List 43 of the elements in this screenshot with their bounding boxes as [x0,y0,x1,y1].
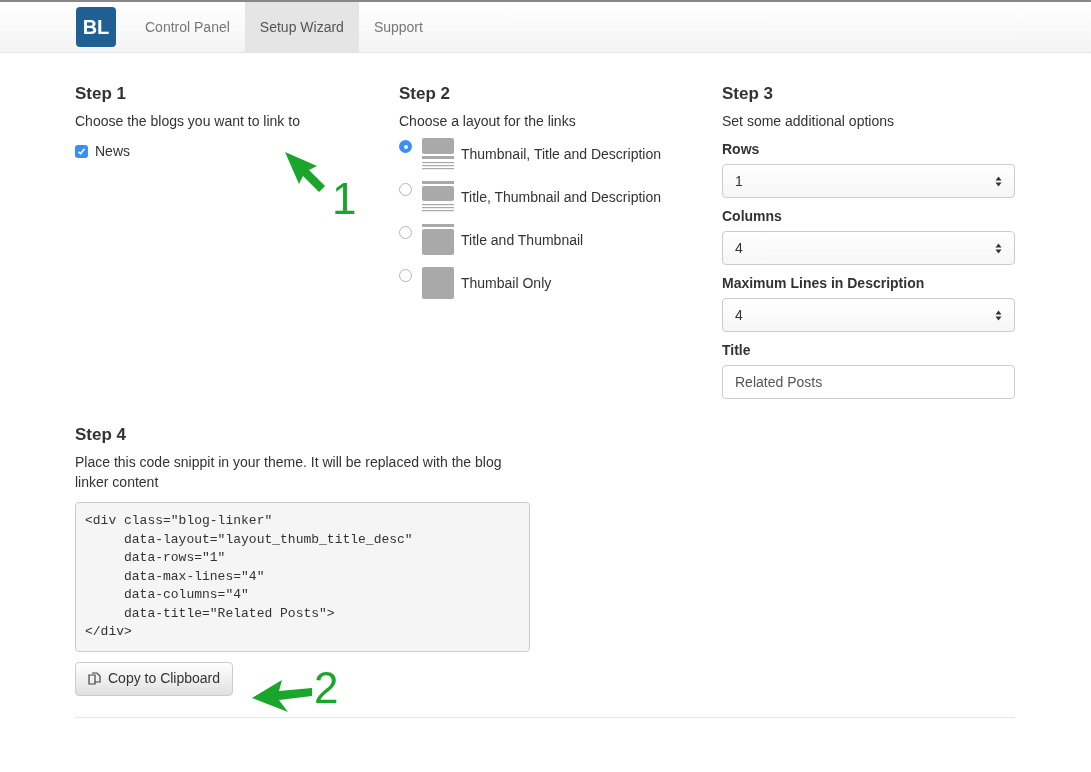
select-field[interactable]: 4 [722,298,1015,332]
radio-button[interactable] [399,269,412,282]
step-description: Place this code snippit in your theme. It will be replaced with the blog linker content [75,453,503,492]
nav-tab[interactable]: Support [358,2,438,52]
radio-button[interactable] [399,183,412,196]
radio-label: Title, Thumbnail and Description [461,188,661,207]
checkbox-label: News [95,142,130,161]
radio-button[interactable] [399,140,412,153]
copy-to-clipboard-button[interactable]: Copy to Clipboard [75,661,234,696]
field-label: Columns [722,207,783,226]
nav-tab[interactable]: Control Panel [130,2,245,52]
radio-button[interactable] [399,226,412,239]
field-label: Rows [722,140,761,159]
step-heading: Step 3 [722,83,775,105]
checkmark-icon [77,147,86,156]
step-heading: Step 4 [75,424,128,446]
select-arrows-icon [995,175,1002,187]
step-heading: Step 2 [399,83,452,105]
field-label: Title [722,341,752,360]
step-description: Set some additional options [722,112,895,131]
radio-label: Thumbnail, Title and Description [461,145,661,164]
logo[interactable]: BL [76,7,116,47]
text-field[interactable]: Related Posts [722,365,1015,399]
layout-thumbnail-icon [422,181,454,213]
copy-icon [88,671,102,686]
step-heading: Step 1 [75,83,128,105]
nav-tab[interactable]: Setup Wizard [244,2,359,52]
annotation-number: 2 [314,666,339,710]
layout-thumbnail-icon [422,224,454,256]
annotation-number: 1 [332,177,357,221]
radio-label: Thumbail Only [461,274,552,293]
select-field[interactable]: 4 [722,231,1015,265]
select-arrows-icon [995,242,1002,254]
select-arrows-icon [995,309,1002,321]
layout-thumbnail-icon [422,267,454,299]
layout-thumbnail-icon [422,138,454,170]
radio-label: Title and Thumbnail [461,231,584,250]
step-description: Choose the blogs you want to link to [75,112,301,131]
field-label: Maximum Lines in Description [722,274,926,293]
select-field[interactable]: 1 [722,164,1015,198]
checkbox[interactable] [75,145,88,158]
step-description: Choose a layout for the links [399,112,577,131]
code-snippet: <div class="blog-linker" data-layout="layout_thumb_title_desc" data-rows="1" data-max-lines="4" data-columns="4" data-title="Related Posts"> </div> [75,502,530,652]
